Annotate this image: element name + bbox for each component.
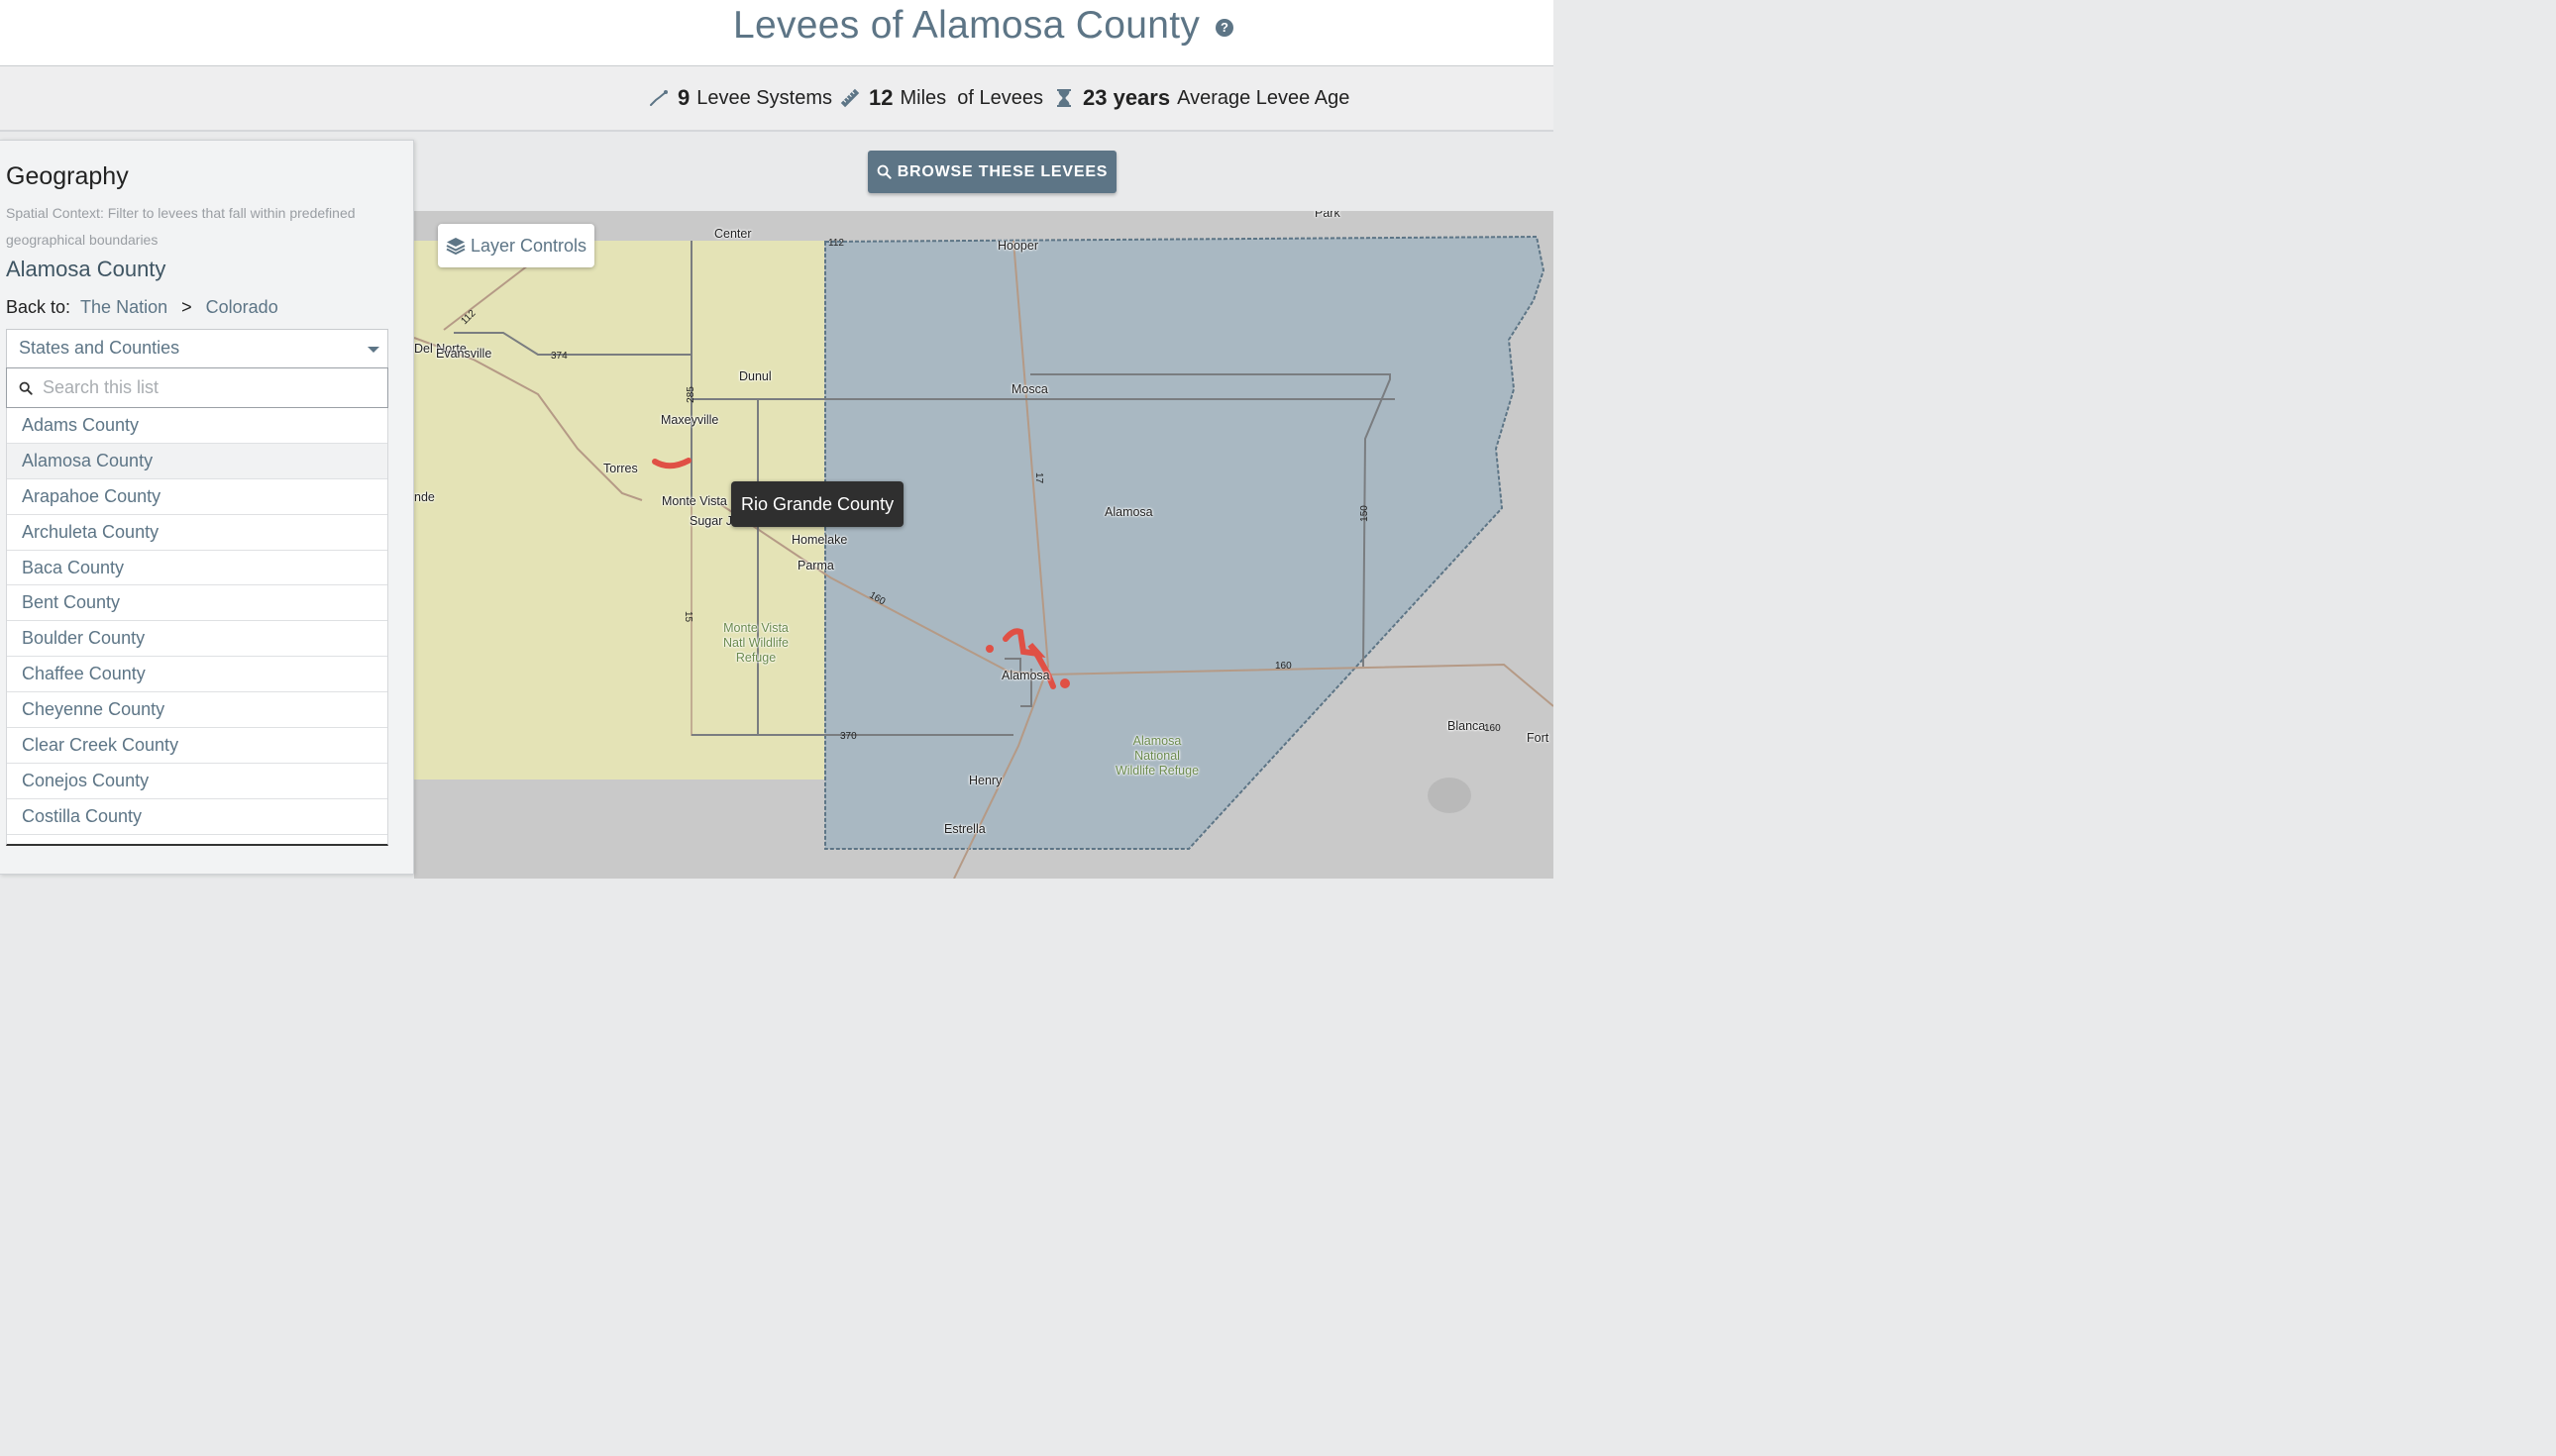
browse-levees-label: BROWSE THESE LEVEES — [897, 162, 1109, 180]
stat-value: 23 years — [1083, 85, 1171, 110]
place-label: Hooper — [998, 239, 1038, 253]
road-number: 160 — [1275, 661, 1292, 672]
browse-levees-button[interactable]: BROWSE THESE LEVEES — [868, 151, 1117, 193]
search-field[interactable] — [6, 367, 388, 408]
layer-controls-label: Layer Controls — [470, 235, 587, 256]
list-item[interactable]: Alamosa County — [7, 443, 387, 479]
place-label: nde — [414, 490, 435, 504]
list-item[interactable]: Archuleta County — [7, 515, 387, 551]
place-label: Center — [714, 227, 752, 241]
stat-value: 12 — [869, 85, 894, 110]
list-item[interactable]: Conejos County — [7, 764, 387, 799]
levee-line-icon — [650, 90, 668, 106]
list-item[interactable]: Crowley County — [7, 835, 387, 844]
list-item[interactable]: Costilla County — [7, 799, 387, 835]
help-circle-icon[interactable]: ? — [1216, 19, 1233, 37]
place-label: Park — [1315, 211, 1340, 220]
road-number: 370 — [840, 731, 857, 742]
geography-type-select[interactable]: States and Counties — [6, 329, 388, 368]
current-geography: Alamosa County — [6, 257, 166, 281]
list-item[interactable]: Adams County — [7, 408, 387, 444]
layers-icon — [446, 238, 466, 255]
search-input[interactable] — [43, 377, 360, 398]
place-label: Parma — [798, 559, 834, 572]
place-label: Maxeyville — [661, 413, 719, 427]
place-label: Torres — [603, 462, 638, 475]
geography-panel: Geography Spatial Context: Filter to lev… — [0, 140, 414, 875]
place-label: Estrella — [944, 822, 986, 836]
stat-miles: 12 Miles of Levees — [840, 85, 1043, 111]
stat-levee-systems: 9 Levee Systems — [649, 85, 832, 111]
page-title: Levees of Alamosa County — [733, 4, 1201, 47]
search-icon — [877, 164, 892, 179]
panel-title: Geography — [6, 162, 129, 190]
road-number: 285 — [685, 386, 696, 403]
stat-value: 9 — [678, 85, 691, 110]
county-tooltip: Rio Grande County — [731, 481, 905, 527]
breadcrumb-link-colorado[interactable]: Colorado — [206, 297, 278, 317]
place-label: Blanca — [1447, 719, 1486, 733]
place-label: Homelake — [792, 533, 848, 547]
place-label: Mosca — [1012, 382, 1048, 396]
breadcrumb-link-nation[interactable]: The Nation — [80, 297, 167, 317]
page-header: Levees of Alamosa County ? — [0, 0, 1553, 66]
place-label: Evansville — [436, 347, 492, 361]
ruler-icon — [840, 88, 860, 108]
levee-segment[interactable] — [1060, 678, 1070, 688]
layer-controls-button[interactable]: Layer Controls — [438, 224, 594, 267]
stat-label: Levee Systems — [696, 86, 832, 109]
list-item[interactable]: Arapahoe County — [7, 479, 387, 515]
search-icon — [19, 381, 33, 395]
place-label: Alamosa — [1105, 505, 1153, 519]
place-label: Fort — [1527, 731, 1549, 745]
back-to-label: Back to: — [6, 297, 71, 317]
breadcrumb: Back to: The Nation > Colorado — [6, 297, 278, 318]
stat-label: Miles of Levees — [900, 86, 1043, 109]
list-item[interactable]: Clear Creek County — [7, 728, 387, 764]
list-item[interactable]: Baca County — [7, 551, 387, 586]
select-value: States and Counties — [19, 338, 180, 358]
road-number: 112 — [828, 238, 844, 249]
list-item[interactable]: Chaffee County — [7, 657, 387, 693]
chevron-down-icon — [368, 347, 379, 353]
stat-average-age: 23 years Average Levee Age — [1054, 85, 1349, 111]
list-item[interactable]: Boulder County — [7, 621, 387, 658]
breadcrumb-separator: > — [181, 297, 192, 317]
road-number: 150 — [1358, 505, 1370, 522]
refuge-label: Alamosa National Wildlife Refuge — [1115, 734, 1200, 778]
road-number: 17 — [1033, 471, 1045, 484]
list-item[interactable]: Cheyenne County — [7, 692, 387, 729]
road-number: 374 — [551, 351, 568, 362]
place-label: Monte Vista — [662, 494, 727, 508]
list-item[interactable]: Bent County — [7, 585, 387, 622]
place-label: Henry — [969, 774, 1003, 787]
road-number: 15 — [683, 610, 694, 623]
road-number: 160 — [1484, 723, 1501, 734]
place-label: Dunul — [739, 369, 772, 383]
panel-description: Spatial Context: Filter to levees that f… — [6, 205, 356, 248]
place-label: Alamosa — [1002, 669, 1050, 682]
levee-segment[interactable] — [986, 645, 994, 653]
stat-label: Average Levee Age — [1177, 86, 1350, 109]
map[interactable]: Center Hooper Park Del Norte Evansville … — [414, 211, 1553, 879]
county-list[interactable]: Adams County Alamosa County Arapahoe Cou… — [6, 408, 388, 846]
stats-bar: 9 Levee Systems 12 Miles of Levees 23 ye… — [0, 66, 1553, 132]
refuge-label: Monte Vista Natl Wildlife Refuge — [723, 621, 789, 665]
hourglass-icon — [1057, 89, 1071, 107]
terrain-shade — [1428, 778, 1471, 813]
